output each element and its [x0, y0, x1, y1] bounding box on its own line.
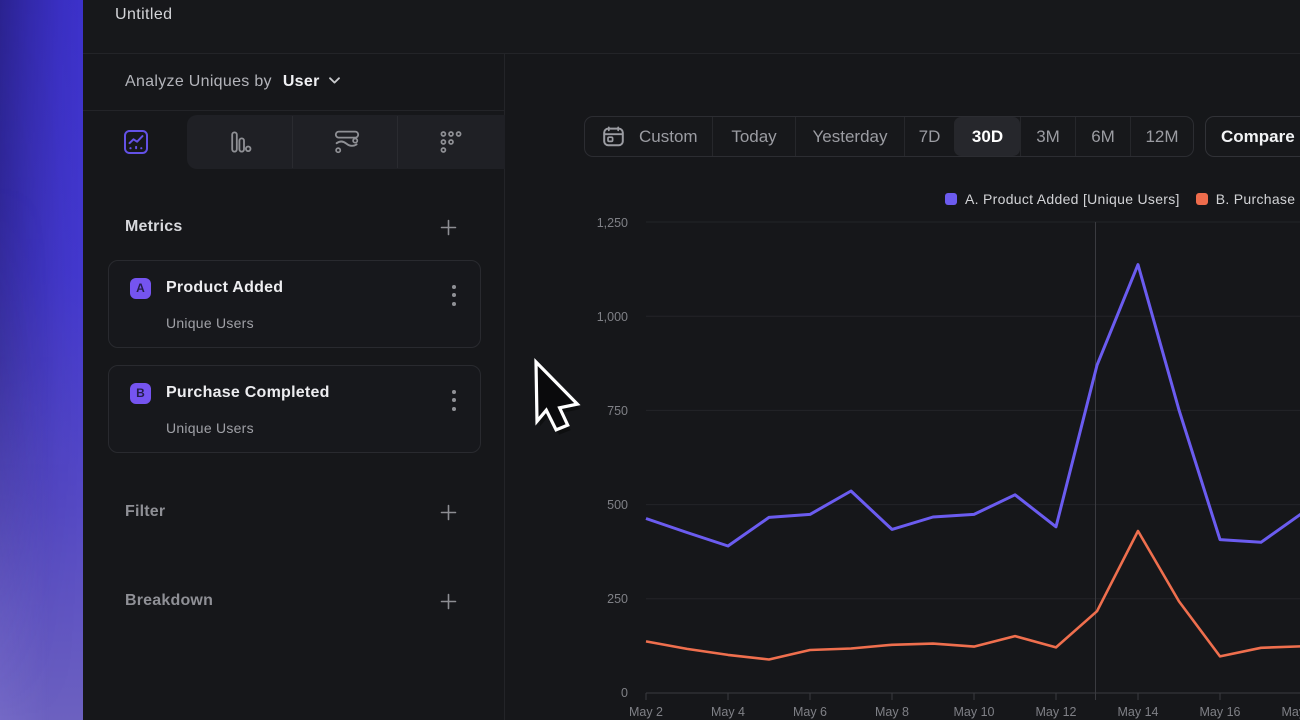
svg-text:May 6: May 6	[793, 705, 827, 719]
svg-text:1,250: 1,250	[597, 216, 628, 230]
svg-text:May 2: May 2	[629, 705, 663, 719]
svg-text:500: 500	[607, 498, 628, 512]
svg-text:0: 0	[621, 686, 628, 700]
svg-text:May 14: May 14	[1118, 705, 1159, 719]
svg-text:May 4: May 4	[711, 705, 745, 719]
svg-text:May 12: May 12	[1036, 705, 1077, 719]
svg-text:May 8: May 8	[875, 705, 909, 719]
svg-text:May 18: May 18	[1282, 705, 1300, 719]
svg-text:750: 750	[607, 404, 628, 418]
svg-text:May 10: May 10	[954, 705, 995, 719]
svg-text:1,000: 1,000	[597, 310, 628, 324]
svg-text:250: 250	[607, 592, 628, 606]
svg-text:May 16: May 16	[1200, 705, 1241, 719]
